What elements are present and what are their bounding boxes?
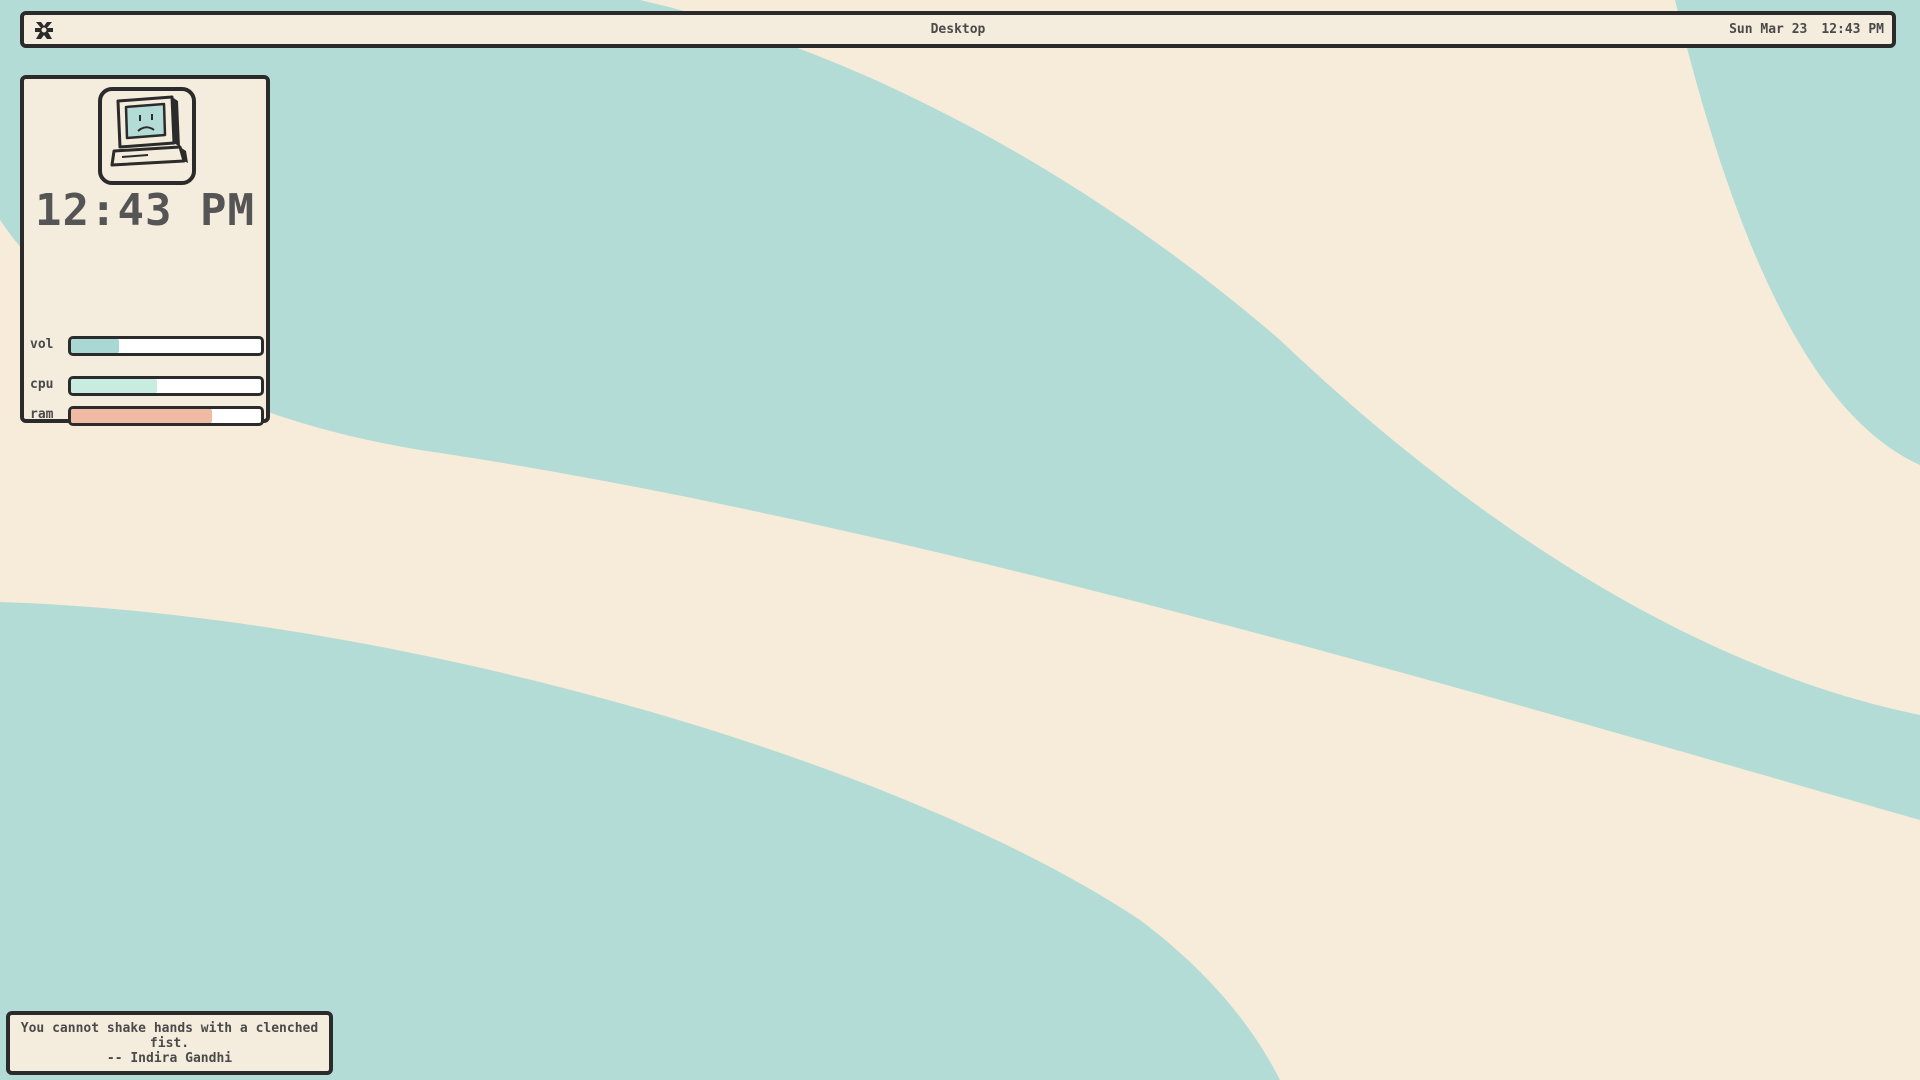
desktop: Desktop Sun Mar 23 12:43 PM 12:43 PM vol…: [0, 0, 1920, 1080]
volume-meter: vol: [30, 334, 264, 356]
topbar-date: Sun Mar 23: [1729, 22, 1808, 37]
topbar-clock[interactable]: Sun Mar 23 12:43 PM: [1715, 15, 1884, 44]
topbar-time: 12:43 PM: [1821, 22, 1884, 37]
quote-text: You cannot shake hands with a clenched f…: [20, 1021, 319, 1051]
window-title: Desktop: [930, 22, 986, 37]
system-widget: 12:43 PM vol cpu ram: [20, 75, 270, 426]
volume-fill: [71, 339, 119, 353]
quote-author: -- Indira Gandhi: [106, 1051, 233, 1066]
ram-meter: ram: [30, 404, 264, 426]
quote-box: You cannot shake hands with a clenched f…: [6, 1011, 333, 1075]
ram-label: ram: [30, 407, 54, 422]
ram-bar: [68, 406, 264, 426]
volume-slider[interactable]: [68, 336, 264, 356]
cpu-label: cpu: [30, 377, 54, 392]
sad-computer-icon: [110, 95, 188, 167]
cpu-meter: cpu: [30, 374, 264, 396]
wallpaper: [0, 0, 1920, 1080]
volume-label: vol: [30, 337, 54, 352]
cpu-bar: [68, 376, 264, 396]
avatar: [98, 87, 196, 185]
top-bar: Desktop Sun Mar 23 12:43 PM: [20, 11, 1896, 48]
ram-fill: [71, 409, 212, 423]
widget-clock: 12:43 PM: [35, 185, 255, 236]
cpu-fill: [71, 379, 157, 393]
